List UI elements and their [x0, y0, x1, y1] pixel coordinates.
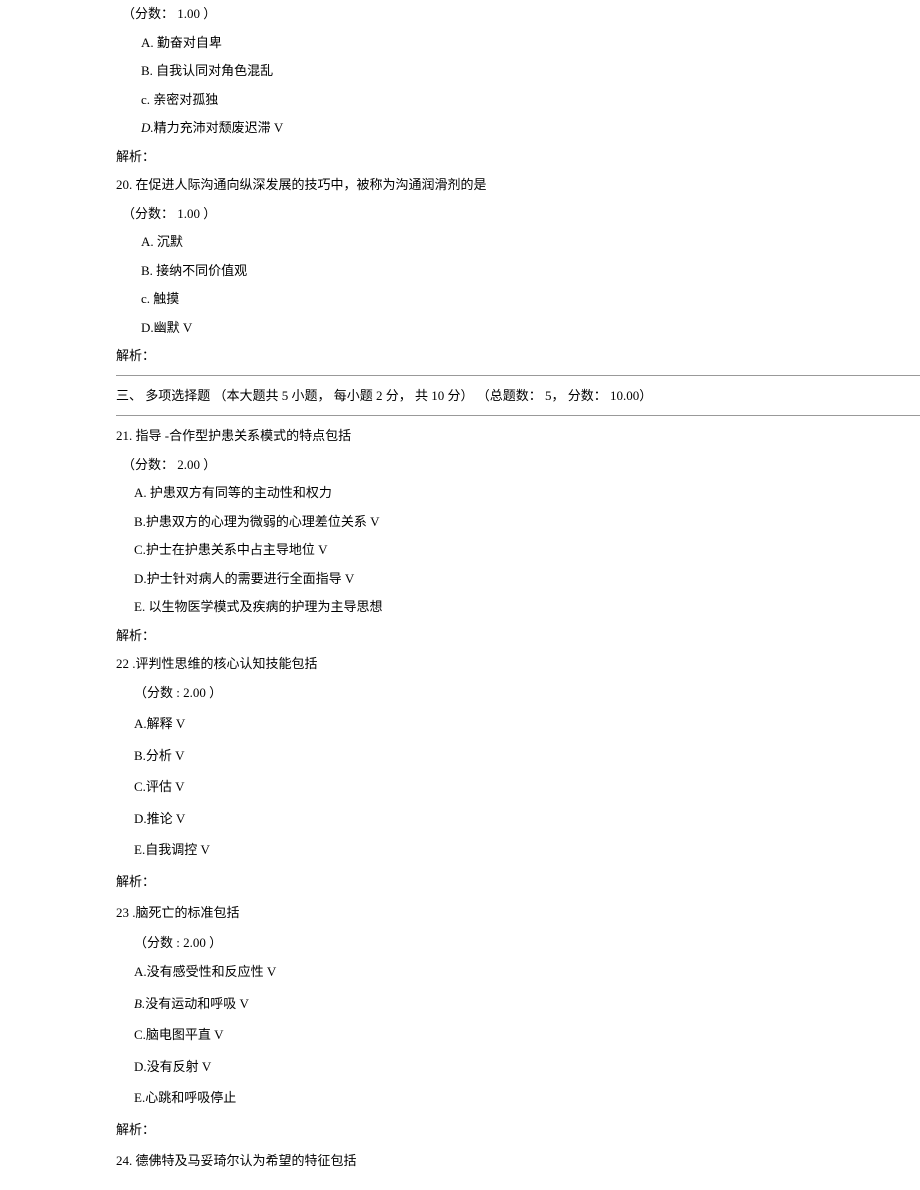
q20-option-b: B. 接纳不同价值观 — [141, 261, 920, 281]
q19-d-text: 精力充沛对颓废迟滞 V — [154, 120, 284, 135]
q21-option-d: D.护士针对病人的需要进行全面指导 V — [134, 569, 920, 589]
q22-option-a: A.解释 V — [134, 714, 920, 734]
q19-option-c: c. 亲密对孤独 — [141, 90, 920, 110]
q21-stem: 21. 指导 -合作型护患关系模式的特点包括 — [116, 426, 920, 446]
q23-option-e: E.心跳和呼吸停止 — [134, 1088, 920, 1108]
q23-b-label: B. — [134, 996, 145, 1011]
q22-analysis: 解析： — [116, 872, 920, 892]
q22-score: （分数 : 2.00 ） — [134, 683, 920, 703]
q21-option-c: C.护士在护患关系中占主导地位 V — [134, 540, 920, 560]
q20-option-c: c. 触摸 — [141, 289, 920, 309]
q20-option-a: A. 沉默 — [141, 232, 920, 252]
q21-option-b: B.护患双方的心理为微弱的心理差位关系 V — [134, 512, 920, 532]
q23-b-text: 没有运动和呼吸 V — [145, 996, 249, 1011]
q24-stem: 24. 德佛特及马妥琦尔认为希望的特征包括 — [116, 1151, 920, 1171]
q23-option-d: D.没有反射 V — [134, 1057, 920, 1077]
q22-option-e: E.自我调控 V — [134, 840, 920, 860]
q19-score: （分数： 1.00 ） — [122, 4, 920, 24]
q22-option-c: C.评估 V — [134, 777, 920, 797]
q23-score: （分数 : 2.00 ） — [134, 933, 920, 953]
q21-option-a: A. 护患双方有同等的主动性和权力 — [134, 483, 920, 503]
q23-option-a: A.没有感受性和反应性 V — [134, 962, 920, 982]
q23-option-b: B.没有运动和呼吸 V — [134, 994, 920, 1014]
q21-option-e: E. 以生物医学模式及疾病的护理为主导思想 — [134, 597, 920, 617]
q23-analysis: 解析： — [116, 1120, 920, 1140]
q20-score: （分数： 1.00 ） — [122, 204, 920, 224]
q19-d-label: D. — [141, 120, 154, 135]
q22-stem: 22 .评判性思维的核心认知技能包括 — [116, 654, 920, 674]
q19-option-d: D.精力充沛对颓废迟滞 V — [141, 118, 920, 138]
q19-analysis: 解析： — [116, 147, 920, 167]
section3-header: 三、 多项选择题 （本大题共 5 小题， 每小题 2 分， 共 10 分） （总… — [116, 375, 920, 417]
q20-stem: 20. 在促进人际沟通向纵深发展的技巧中，被称为沟通润滑剂的是 — [116, 175, 920, 195]
q20-option-d: D.幽默 V — [141, 318, 920, 338]
q21-analysis: 解析： — [116, 626, 920, 646]
q19-option-a: A. 勤奋对自卑 — [141, 33, 920, 53]
q23-stem: 23 .脑死亡的标准包括 — [116, 903, 920, 923]
q21-score: （分数： 2.00 ） — [122, 455, 920, 475]
q23-option-c: C.脑电图平直 V — [134, 1025, 920, 1045]
q22-option-b: B.分析 V — [134, 746, 920, 766]
q19-option-b: B. 自我认同对角色混乱 — [141, 61, 920, 81]
q20-analysis: 解析： — [116, 346, 920, 366]
q22-option-d: D.推论 V — [134, 809, 920, 829]
